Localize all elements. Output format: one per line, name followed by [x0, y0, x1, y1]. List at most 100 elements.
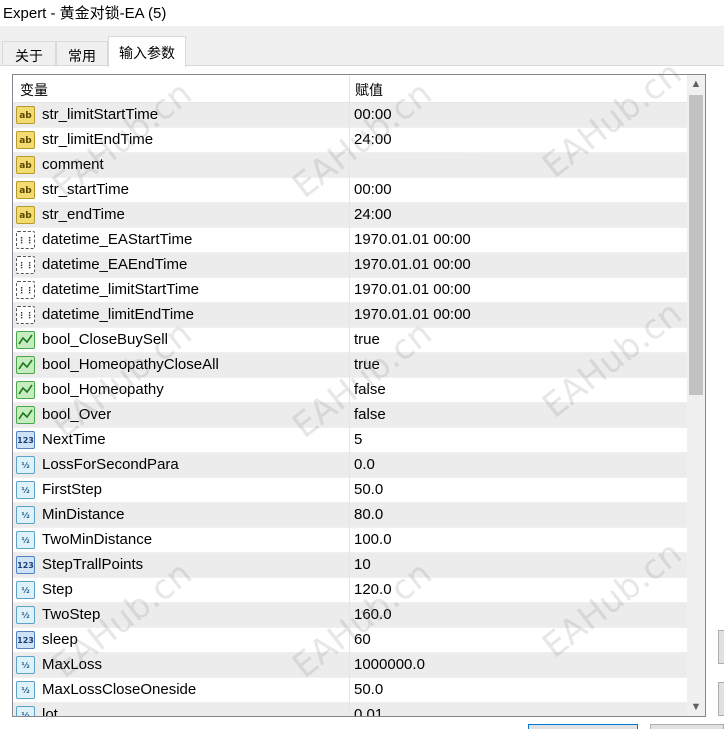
column-divider	[349, 503, 350, 528]
parameter-row[interactable]: ½ FirstStep 50.0	[13, 478, 687, 503]
parameter-name: bool_HomeopathyCloseAll	[42, 356, 219, 373]
parameter-row[interactable]: 123 sleep 60	[13, 628, 687, 653]
parameter-row[interactable]: bool_Over false	[13, 403, 687, 428]
double-type-icon: ½	[16, 581, 35, 599]
tab-inputs-label: 输入参数	[119, 45, 175, 61]
integer-type-icon: 123	[16, 431, 35, 449]
parameter-value[interactable]: 50.0	[354, 681, 383, 698]
parameter-row[interactable]: 123 StepTrallPoints 10	[13, 553, 687, 578]
parameter-name: bool_Over	[42, 406, 112, 423]
title-bar: Expert - 黄金对锁-EA (5)	[0, 0, 724, 26]
parameter-row[interactable]: ½ MinDistance 80.0	[13, 503, 687, 528]
header-value[interactable]: 赋值	[355, 80, 383, 100]
datetime-type-icon: ⋮⋮	[16, 281, 35, 299]
header-variable[interactable]: 变量	[20, 80, 48, 100]
parameter-value[interactable]: 80.0	[354, 506, 383, 523]
parameter-row[interactable]: bool_Homeopathy false	[13, 378, 687, 403]
parameter-row[interactable]: ½ MaxLossCloseOneside 50.0	[13, 678, 687, 703]
parameter-value[interactable]: 0.0	[354, 456, 375, 473]
parameter-value[interactable]: 10	[354, 556, 371, 573]
parameter-name: lot	[42, 706, 58, 717]
parameter-name: LossForSecondPara	[42, 456, 179, 473]
parameter-row[interactable]: ab comment	[13, 153, 687, 178]
side-button[interactable]	[718, 682, 724, 716]
parameter-value[interactable]: 1970.01.01 00:00	[354, 231, 471, 248]
datetime-type-icon: ⋮⋮	[16, 306, 35, 324]
double-type-icon: ½	[16, 606, 35, 624]
parameter-name: str_endTime	[42, 206, 125, 223]
double-type-icon: ½	[16, 531, 35, 549]
parameter-value[interactable]: 60	[354, 631, 371, 648]
column-divider	[349, 678, 350, 703]
parameter-name: datetime_EAStartTime	[42, 231, 193, 248]
column-divider	[349, 428, 350, 453]
tab-strip: 关于 常用 输入参数	[0, 36, 724, 67]
redacted-value[interactable]	[356, 158, 481, 173]
string-type-icon: ab	[16, 156, 35, 174]
parameter-name: comment	[42, 156, 104, 173]
scroll-up-arrow-icon[interactable]: ▲	[687, 75, 705, 93]
parameter-value[interactable]: 1000000.0	[354, 656, 425, 673]
tab-about[interactable]: 关于	[2, 41, 56, 66]
parameter-value[interactable]: false	[354, 381, 386, 398]
parameter-name: MaxLossCloseOneside	[42, 681, 197, 698]
double-type-icon: ½	[16, 681, 35, 699]
scroll-thumb[interactable]	[689, 95, 703, 395]
parameter-row[interactable]: bool_CloseBuySell true	[13, 328, 687, 353]
parameter-row[interactable]: ½ TwoMinDistance 100.0	[13, 528, 687, 553]
parameter-row[interactable]: ⋮⋮ datetime_limitEndTime 1970.01.01 00:00	[13, 303, 687, 328]
parameter-value[interactable]: true	[354, 356, 380, 373]
parameter-value[interactable]: 100.0	[354, 531, 392, 548]
parameter-row[interactable]: ½ TwoStep 160.0	[13, 603, 687, 628]
vertical-scrollbar[interactable]: ▲ ▼	[687, 75, 705, 716]
column-divider	[349, 603, 350, 628]
parameter-value[interactable]: 1970.01.01 00:00	[354, 281, 471, 298]
datetime-type-icon: ⋮⋮	[16, 256, 35, 274]
parameter-row[interactable]: ab str_limitEndTime 24:00	[13, 128, 687, 153]
parameter-rows: ab str_limitStartTime 00:00 ab str_limitEndT…	[13, 103, 687, 717]
parameter-name: FirstStep	[42, 481, 103, 498]
double-type-icon: ½	[16, 506, 35, 524]
parameter-row[interactable]: ab str_endTime 24:00	[13, 203, 687, 228]
parameter-row[interactable]: ½ lot 0.01	[13, 703, 687, 717]
cancel-button[interactable]	[650, 724, 724, 729]
parameter-row[interactable]: ½ MaxLoss 1000000.0	[13, 653, 687, 678]
parameter-value[interactable]: 24:00	[354, 206, 392, 223]
parameter-row[interactable]: 123 NextTime 5	[13, 428, 687, 453]
parameter-row[interactable]: ½ LossForSecondPara 0.0	[13, 453, 687, 478]
bool-type-icon	[16, 331, 35, 349]
parameter-row[interactable]: ½ Step 120.0	[13, 578, 687, 603]
column-divider	[349, 628, 350, 653]
datetime-type-icon: ⋮⋮	[16, 231, 35, 249]
tab-common[interactable]: 常用	[56, 41, 108, 66]
parameter-row[interactable]: ⋮⋮ datetime_EAStartTime 1970.01.01 00:00	[13, 228, 687, 253]
parameter-row[interactable]: ab str_startTime 00:00	[13, 178, 687, 203]
parameter-row[interactable]: ⋮⋮ datetime_EAEndTime 1970.01.01 00:00	[13, 253, 687, 278]
parameter-row[interactable]: ⋮⋮ datetime_limitStartTime 1970.01.01 00:0…	[13, 278, 687, 303]
parameter-name: datetime_limitEndTime	[42, 306, 194, 323]
parameter-value[interactable]: true	[354, 331, 380, 348]
integer-type-icon: 123	[16, 556, 35, 574]
tab-inputs[interactable]: 输入参数	[108, 36, 186, 67]
header-divider[interactable]	[349, 75, 350, 103]
parameter-name: str_startTime	[42, 181, 129, 198]
parameter-value[interactable]: 5	[354, 431, 362, 448]
scroll-down-arrow-icon[interactable]: ▼	[687, 698, 705, 716]
parameter-value[interactable]: 1970.01.01 00:00	[354, 306, 471, 323]
parameter-value[interactable]: 120.0	[354, 581, 392, 598]
parameter-value[interactable]: false	[354, 406, 386, 423]
parameter-name: StepTrallPoints	[42, 556, 144, 573]
parameter-value[interactable]: 0.01	[354, 706, 383, 716]
parameter-row[interactable]: ab str_limitStartTime 00:00	[13, 103, 687, 128]
parameter-value[interactable]: 00:00	[354, 181, 392, 198]
parameter-row[interactable]: bool_HomeopathyCloseAll true	[13, 353, 687, 378]
parameter-value[interactable]: 160.0	[354, 606, 392, 623]
column-divider	[349, 528, 350, 553]
column-divider	[349, 653, 350, 678]
parameter-value[interactable]: 24:00	[354, 131, 392, 148]
parameter-value[interactable]: 00:00	[354, 106, 392, 123]
parameter-value[interactable]: 50.0	[354, 481, 383, 498]
side-button[interactable]	[718, 630, 724, 664]
parameter-value[interactable]: 1970.01.01 00:00	[354, 256, 471, 273]
ok-button[interactable]	[528, 724, 638, 729]
